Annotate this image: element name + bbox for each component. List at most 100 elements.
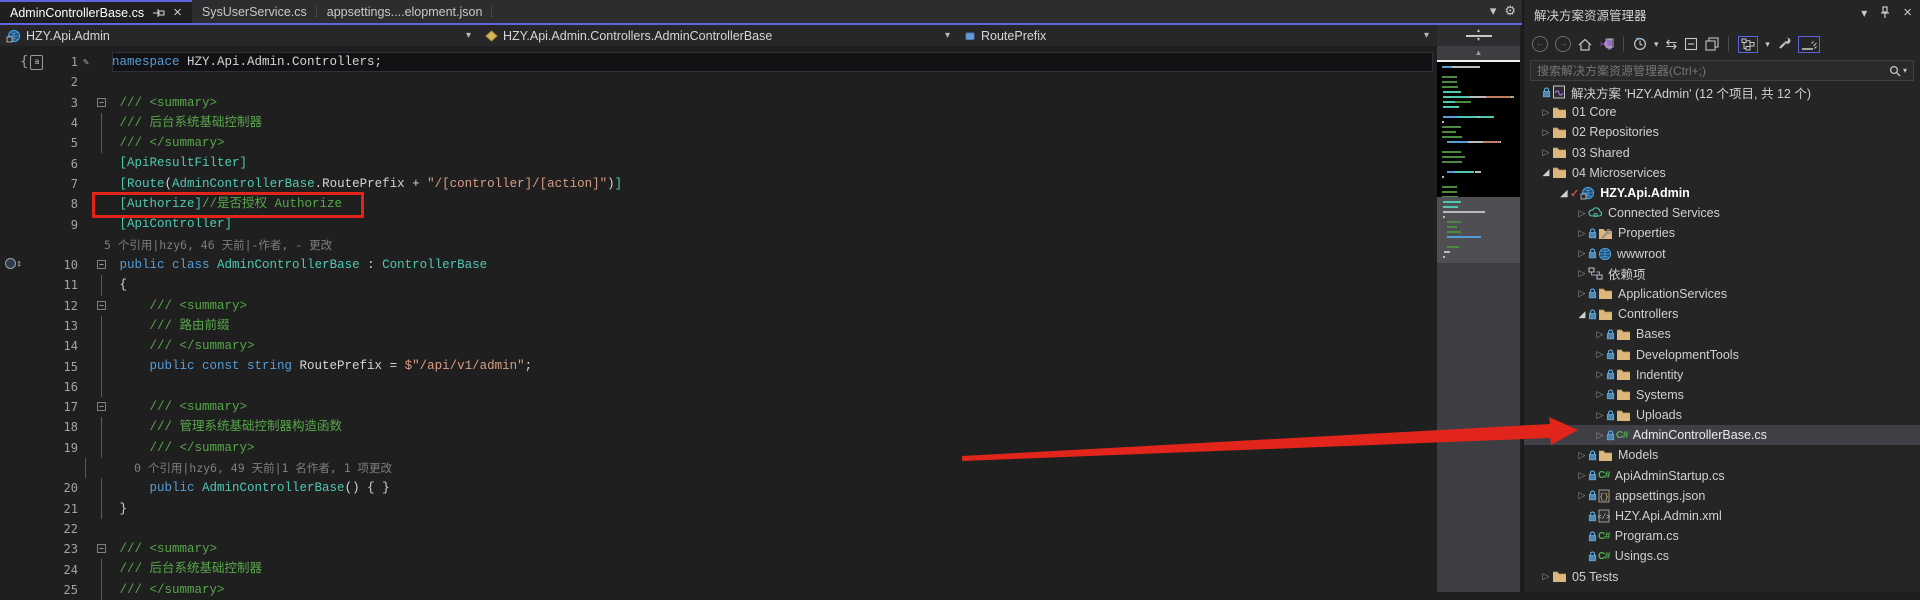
chevron-collapsed-icon[interactable]: ▷ <box>1594 389 1606 400</box>
forward-icon[interactable]: → <box>1555 36 1571 52</box>
outline-margin[interactable]: − <box>94 93 112 113</box>
tree-item-connected-services[interactable]: ▷Connected Services <box>1524 203 1920 223</box>
outline-margin[interactable] <box>94 580 112 600</box>
minimap-below-viewport[interactable] <box>1437 197 1520 263</box>
tree-item-bases[interactable]: ▷Bases <box>1524 324 1920 344</box>
chevron-down-icon[interactable]: ▾ <box>1424 30 1429 41</box>
outline-margin[interactable] <box>94 336 112 356</box>
split-editor-handle[interactable]: ▴ ▾ <box>1437 25 1520 46</box>
outline-margin[interactable] <box>94 153 112 173</box>
chevron-collapsed-icon[interactable]: ▷ <box>1594 410 1606 421</box>
navbar-cell-1[interactable]: HZY.Api.Admin▾ <box>0 25 479 46</box>
tree-item-controllers[interactable]: ◢Controllers <box>1524 304 1920 324</box>
tree-item-wwwroot[interactable]: ▷wwwroot <box>1524 244 1920 264</box>
chevron-down-icon[interactable]: ▾ <box>945 30 950 41</box>
tree-item-hzy.api.admin[interactable]: ◢✓HZY.Api.Admin <box>1524 183 1920 203</box>
codelens-info[interactable]: 5 个引用|hzy6, 46 天前|-作者, - 更改 <box>104 237 332 253</box>
outline-margin[interactable] <box>94 72 112 92</box>
editor-dropdown-icon[interactable]: ▾ <box>1490 3 1497 19</box>
pin-icon[interactable] <box>152 8 165 18</box>
chevron-collapsed-icon[interactable]: ▷ <box>1576 490 1588 501</box>
outline-margin[interactable] <box>94 377 112 397</box>
outline-margin[interactable] <box>94 519 112 539</box>
outline-margin[interactable]: − <box>94 539 112 559</box>
editor-tab-1[interactable]: AdminControllerBase.cs× <box>0 0 192 24</box>
pending-changes-icon[interactable] <box>1633 37 1647 51</box>
references-glyph-icon[interactable]: ↕ <box>5 258 22 270</box>
outline-margin[interactable] <box>94 438 112 458</box>
chevron-collapsed-icon[interactable]: ▷ <box>1576 208 1588 219</box>
outline-margin[interactable]: − <box>94 296 112 316</box>
tree-item-systems[interactable]: ▷Systems <box>1524 385 1920 405</box>
outline-margin[interactable] <box>94 316 112 336</box>
fold-collapse-icon[interactable]: − <box>97 544 106 553</box>
chevron-expanded-icon[interactable]: ◢ <box>1540 167 1552 178</box>
panel-dropdown-icon[interactable]: ▾ <box>1861 6 1867 20</box>
editor-settings-gear-icon[interactable]: ⚙ <box>1504 3 1516 19</box>
tree-item-hzy.api.admin.xml[interactable]: </>HZY.Api.Admin.xml <box>1524 506 1920 526</box>
chevron-collapsed-icon[interactable]: ▷ <box>1576 228 1588 239</box>
outline-margin[interactable] <box>94 478 112 498</box>
fold-collapse-icon[interactable]: − <box>97 98 106 107</box>
search-icon[interactable]: ▾ <box>1889 65 1907 77</box>
chevron-expanded-icon[interactable]: ◢ <box>1558 188 1570 199</box>
tree-item-admincontrollerbase.cs[interactable]: ▷C#AdminControllerBase.cs <box>1524 425 1920 445</box>
outline-margin[interactable] <box>94 113 112 133</box>
tree-item-program.cs[interactable]: C#Program.cs <box>1524 526 1920 546</box>
properties-wrench-icon[interactable] <box>1777 37 1791 51</box>
minimap-viewport[interactable] <box>1437 62 1520 197</box>
back-icon[interactable]: ← <box>1532 36 1548 52</box>
show-all-files-icon[interactable] <box>1705 37 1719 51</box>
chevron-collapsed-icon[interactable]: ▷ <box>1576 288 1588 299</box>
chevron-collapsed-icon[interactable]: ▷ <box>1594 349 1606 360</box>
tree-item-appsettings.json[interactable]: ▷{}appsettings.json <box>1524 486 1920 506</box>
chevron-collapsed-icon[interactable]: ▷ <box>1540 127 1552 138</box>
collapse-all-icon[interactable] <box>1684 37 1698 51</box>
chevron-collapsed-icon[interactable]: ▷ <box>1576 470 1588 481</box>
outline-margin[interactable] <box>94 133 112 153</box>
chevron-collapsed-icon[interactable]: ▷ <box>1576 450 1588 461</box>
tree-item-properties[interactable]: ▷Properties <box>1524 223 1920 243</box>
editor-tab-2[interactable]: SysUserService.cs <box>192 0 317 24</box>
codelens-info[interactable]: 0 个引用|hzy6, 49 天前|1 名作者, 1 项更改 <box>134 460 392 476</box>
dropdown-icon[interactable]: ▾ <box>1765 36 1770 52</box>
close-icon[interactable]: × <box>173 7 182 19</box>
chevron-collapsed-icon[interactable]: ▷ <box>1540 147 1552 158</box>
solution-search-box[interactable]: ▾ <box>1530 60 1914 81</box>
chevron-collapsed-icon[interactable]: ▷ <box>1540 571 1552 582</box>
outline-margin[interactable]: − <box>94 255 112 275</box>
outline-margin[interactable] <box>94 356 112 376</box>
tree-item-models[interactable]: ▷Models <box>1524 445 1920 465</box>
fold-collapse-icon[interactable]: − <box>97 301 106 310</box>
fold-collapse-icon[interactable]: − <box>97 402 106 411</box>
chevron-collapsed-icon[interactable]: ▷ <box>1576 268 1588 279</box>
code-editor[interactable]: {a1✎namespace HZY.Api.Admin.Controllers;… <box>0 46 1437 592</box>
chevron-expanded-icon[interactable]: ◢ <box>1576 309 1588 320</box>
chevron-collapsed-icon[interactable]: ▷ <box>1594 369 1606 380</box>
navbar-cell-2[interactable]: HZY.Api.Admin.Controllers.AdminControlle… <box>479 25 958 46</box>
tree-item-02-repositories[interactable]: ▷02 Repositories <box>1524 122 1920 142</box>
scroll-up-arrow-icon[interactable]: ▲ <box>1437 46 1520 60</box>
chevron-collapsed-icon[interactable]: ▷ <box>1576 248 1588 259</box>
home-icon[interactable] <box>1578 38 1592 51</box>
navbar-cell-3[interactable]: RoutePrefix▾ <box>958 25 1437 46</box>
tree-item-03-shared[interactable]: ▷03 Shared <box>1524 143 1920 163</box>
outline-margin[interactable] <box>94 275 112 295</box>
tree-item-usings.cs[interactable]: C#Usings.cs <box>1524 546 1920 566</box>
tree-item-apiadminstartup.cs[interactable]: ▷C#ApiAdminStartup.cs <box>1524 466 1920 486</box>
solution-search-input[interactable] <box>1531 64 1889 78</box>
sync-icon[interactable]: ⇆ <box>1666 36 1678 52</box>
chevron-collapsed-icon[interactable]: ▷ <box>1540 107 1552 118</box>
tree-item-indentity[interactable]: ▷Indentity <box>1524 365 1920 385</box>
tree-item-04-microservices[interactable]: ◢04 Microservices <box>1524 163 1920 183</box>
preview-selected-icon[interactable] <box>1798 36 1820 53</box>
tree-item-developmenttools[interactable]: ▷DevelopmentTools <box>1524 344 1920 364</box>
chevron-down-icon[interactable]: ▾ <box>466 30 471 41</box>
minimap-scrollbar[interactable]: ▴ ▾ ▲ <box>1437 25 1520 592</box>
tree-item-05-tests[interactable]: ▷05 Tests <box>1524 567 1920 587</box>
fold-collapse-icon[interactable]: − <box>97 260 106 269</box>
tree-item-uploads[interactable]: ▷Uploads <box>1524 405 1920 425</box>
outline-margin[interactable] <box>94 417 112 437</box>
switch-views-icon[interactable] <box>1599 37 1614 51</box>
dropdown-icon[interactable]: ▾ <box>1654 36 1659 52</box>
